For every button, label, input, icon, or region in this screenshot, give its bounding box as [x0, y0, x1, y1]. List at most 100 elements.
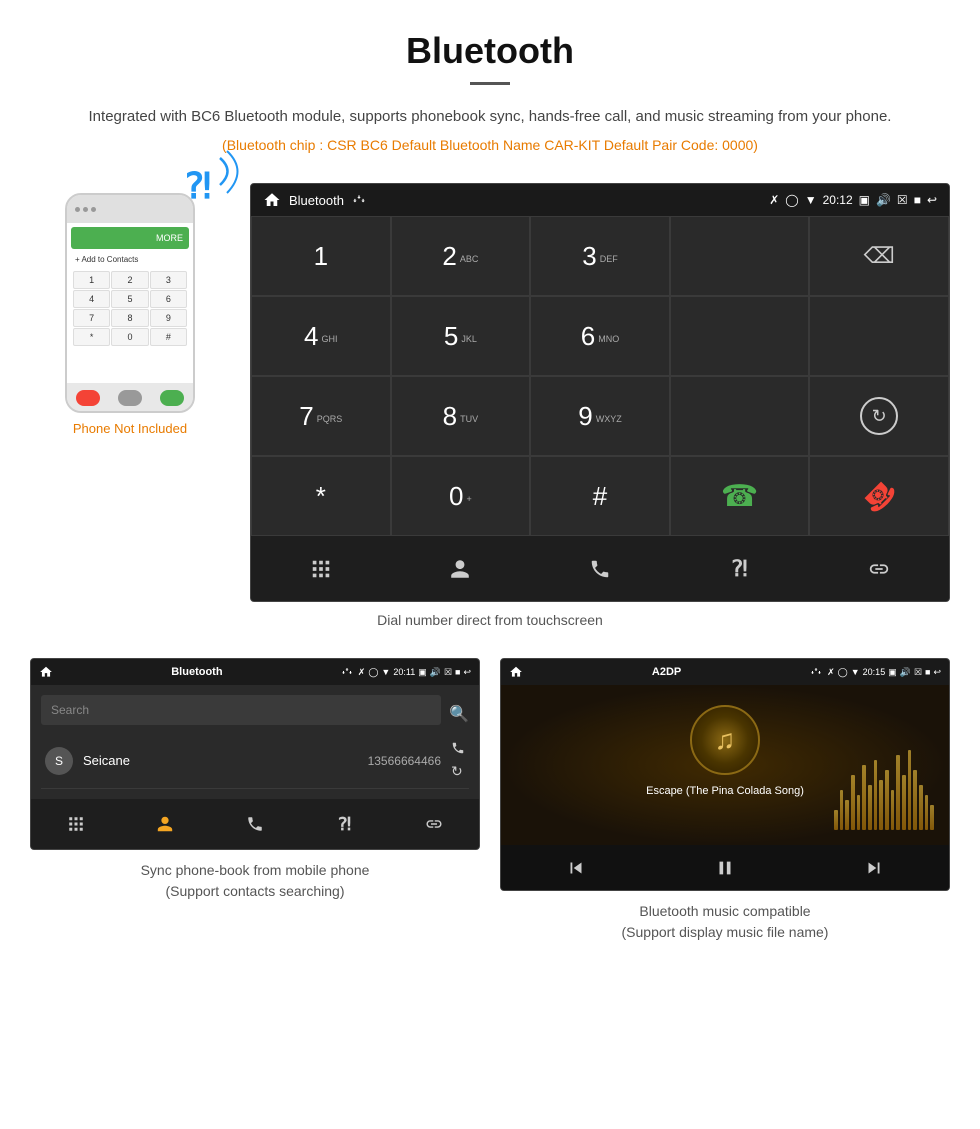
phone-key-9: 9: [150, 309, 187, 327]
sq-sm2: ■: [925, 667, 930, 677]
bt-sm: ✗: [358, 667, 366, 678]
music-block: A2DP ✗ ◯ ▼ 20:15 ▣ 🔊 ☒ ■ ↩: [500, 658, 950, 943]
search-bar[interactable]: Search: [41, 695, 441, 725]
pb-contacts-btn[interactable]: [121, 799, 211, 849]
dialpad-call-red[interactable]: ☎: [809, 456, 949, 536]
sig-sm: ▼: [381, 667, 390, 677]
home-icon-small: [39, 665, 53, 679]
window-icon: ■: [914, 193, 921, 207]
phone-icon-pb: [246, 815, 264, 833]
link-icon-pb: [425, 815, 443, 833]
dialpad-key-1[interactable]: 1: [251, 216, 391, 296]
phone-dots: [75, 207, 96, 212]
dialpad-empty-4: [670, 376, 810, 456]
prev-btn[interactable]: [501, 845, 650, 890]
music-bar: [851, 775, 855, 830]
call-green-icon: ☎: [721, 479, 758, 514]
refresh-icon: ↻: [860, 397, 898, 435]
dialpad-key-7[interactable]: 7PQRS: [251, 376, 391, 456]
dialpad-call-green[interactable]: ☎: [670, 456, 810, 536]
phonebook-statusbar: Bluetooth ✗ ◯ ▼ 20:11 ▣ 🔊 ☒ ■ ↩: [31, 659, 479, 685]
dialpad-key-8[interactable]: 8TUV: [391, 376, 531, 456]
main-content: ⁈ MORE + Add to Contacts: [0, 163, 980, 602]
dialpad-backspace[interactable]: ⌫: [809, 216, 949, 296]
statusbar-left: Bluetooth: [263, 191, 761, 209]
dialpad-refresh[interactable]: ↻: [809, 376, 949, 456]
search-icon[interactable]: 🔍: [449, 704, 469, 724]
dialpad-grid[interactable]: 1 2ABC 3DEF ⌫ 4GHI 5JKL: [251, 216, 949, 536]
pb-bt-btn[interactable]: ⁈: [300, 799, 390, 849]
phone-key-5: 5: [111, 290, 148, 308]
phonebook-title: Bluetooth: [58, 666, 336, 678]
dialpad-key-6[interactable]: 6MNO: [530, 296, 670, 376]
contact-name: Seicane: [83, 753, 368, 768]
music-bar: [896, 755, 900, 830]
phone-key-1: 1: [73, 271, 110, 289]
phonebook-bottombar: ⁈: [31, 799, 479, 849]
dialpad-link-btn[interactable]: [809, 536, 949, 601]
camera-icon: ▣: [859, 193, 870, 207]
sig-sm2: ▼: [851, 667, 860, 677]
bt-icon-pb: ⁈: [338, 814, 351, 835]
music-bar: [868, 785, 872, 830]
music-bar: [862, 765, 866, 830]
phone-icon: [589, 558, 611, 580]
dialpad-key-hash[interactable]: #: [530, 456, 670, 536]
loc-sm: ◯: [368, 667, 378, 678]
music-bar: [913, 770, 917, 830]
dialpad-key-3[interactable]: 3DEF: [530, 216, 670, 296]
music-caption-line1: Bluetooth music compatible: [639, 903, 810, 919]
dialpad-grid-btn[interactable]: [251, 536, 391, 601]
dialpad-key-4[interactable]: 4GHI: [251, 296, 391, 376]
pb-grid-btn[interactable]: [31, 799, 121, 849]
dialpad-bluetooth-btn[interactable]: ⁈: [670, 536, 810, 601]
phone-key-2: 2: [111, 271, 148, 289]
music-bar: [925, 795, 929, 830]
call-red-icon: ☎: [855, 472, 903, 520]
music-bar: [891, 790, 895, 830]
home-icon: [263, 191, 281, 209]
statusbar-right: ✗ ◯ ▼ 20:12 ▣ 🔊 ☒ ■ ↩: [769, 193, 937, 207]
dialpad-key-5[interactable]: 5JKL: [391, 296, 531, 376]
phone-end-btn: [76, 390, 100, 406]
refresh-side-icon: ↻: [451, 763, 465, 780]
pb-phone-btn[interactable]: [210, 799, 300, 849]
dial-caption: Dial number direct from touchscreen: [0, 602, 980, 648]
music-bar: [857, 795, 861, 830]
title-divider: [470, 82, 510, 85]
volume-icon: 🔊: [876, 193, 891, 207]
backspace-icon: ⌫: [864, 243, 895, 269]
phonebook-statusbar-right: ✗ ◯ ▼ 20:11 ▣ 🔊 ☒ ■ ↩: [358, 667, 471, 678]
play-pause-btn[interactable]: [650, 845, 799, 890]
usb-icon-small: [341, 666, 353, 678]
music-screen: A2DP ✗ ◯ ▼ 20:15 ▣ 🔊 ☒ ■ ↩: [500, 658, 950, 891]
phone-top-bar: [67, 195, 193, 223]
music-content: ♫ Escape (The Pina Colada Song): [501, 685, 949, 890]
phone-key-4: 4: [73, 290, 110, 308]
bt-sm2: ✗: [827, 667, 835, 678]
page-header: Bluetooth Integrated with BC6 Bluetooth …: [0, 0, 980, 163]
phone-body: MORE + Add to Contacts 1 2 3 4 5 6 7 8 9…: [65, 193, 195, 413]
dialpad-key-2[interactable]: 2ABC: [391, 216, 531, 296]
contact-row[interactable]: S Seicane 13566664466 ↻: [41, 733, 469, 789]
bt-icon: ✗: [769, 193, 779, 207]
dialpad-phone-btn[interactable]: [530, 536, 670, 601]
dialer-statusbar: Bluetooth ✗ ◯ ▼ 20:12 ▣ 🔊 ☒ ■ ↩: [251, 184, 949, 216]
dialpad-empty-2: [670, 296, 810, 376]
music-art-area: ♫ Escape (The Pina Colada Song): [501, 685, 949, 845]
dialpad-key-star[interactable]: *: [251, 456, 391, 536]
x-sm: ☒: [444, 667, 452, 678]
phonebook-block: Bluetooth ✗ ◯ ▼ 20:11 ▣ 🔊 ☒ ■ ↩ Sear: [30, 658, 480, 943]
phone-call-btn: [160, 390, 184, 406]
dialpad-key-0[interactable]: 0+: [391, 456, 531, 536]
dialpad-key-9[interactable]: 9WXYZ: [530, 376, 670, 456]
phonebook-caption-line2: (Support contacts searching): [166, 883, 345, 899]
next-btn[interactable]: [800, 845, 949, 890]
pb-link-btn[interactable]: [389, 799, 479, 849]
bluetooth-icon: ⁈: [732, 556, 748, 582]
music-bar: [840, 790, 844, 830]
dialpad-bottombar: ⁈: [251, 536, 949, 601]
dialpad-contacts-btn[interactable]: [391, 536, 531, 601]
album-art: ♫: [690, 705, 760, 775]
music-caption: Bluetooth music compatible (Support disp…: [500, 901, 950, 943]
